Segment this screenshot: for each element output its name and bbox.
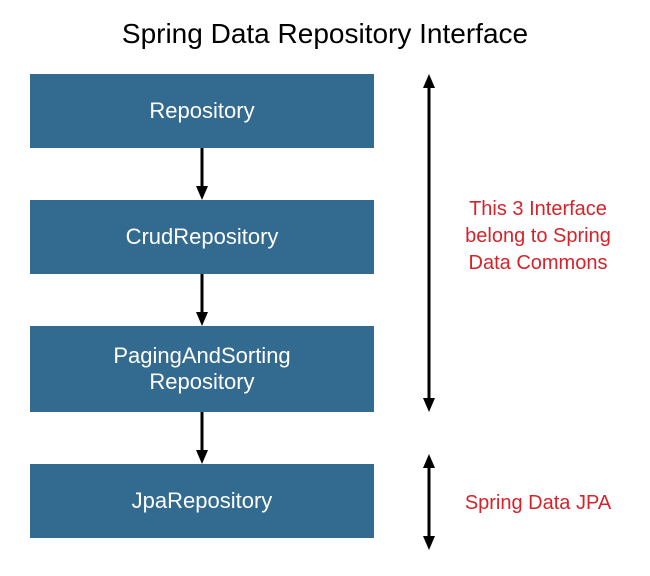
box-jpa-repository: JpaRepository — [30, 464, 374, 538]
arrow-3 — [196, 412, 208, 464]
arrow-1 — [196, 148, 208, 200]
box-paging-sorting-label: PagingAndSorting Repository — [113, 343, 290, 396]
annotation-commons-line1: This 3 Interface — [469, 198, 607, 220]
box-paging-sorting-line2: Repository — [149, 369, 254, 394]
box-jpa-repository-label: JpaRepository — [132, 488, 273, 514]
annotation-commons-line2: belong to Spring — [465, 225, 611, 247]
diagram-title: Spring Data Repository Interface — [0, 0, 650, 60]
box-crud-repository: CrudRepository — [30, 200, 374, 274]
annotation-commons: This 3 Interface belong to Spring Data C… — [448, 196, 628, 277]
box-repository: Repository — [30, 74, 374, 148]
box-crud-repository-label: CrudRepository — [126, 224, 279, 250]
box-repository-label: Repository — [149, 98, 254, 124]
bracket-jpa — [420, 454, 438, 550]
box-paging-sorting-line1: PagingAndSorting — [113, 343, 290, 368]
arrow-2 — [196, 274, 208, 326]
box-paging-sorting-repository: PagingAndSorting Repository — [30, 326, 374, 412]
diagram-area: Repository CrudRepository PagingAndSorti… — [0, 60, 650, 570]
annotation-commons-line3: Data Commons — [469, 252, 608, 274]
annotation-jpa-text: Spring Data JPA — [465, 492, 611, 514]
bracket-commons — [420, 74, 438, 412]
annotation-jpa: Spring Data JPA — [448, 490, 628, 517]
